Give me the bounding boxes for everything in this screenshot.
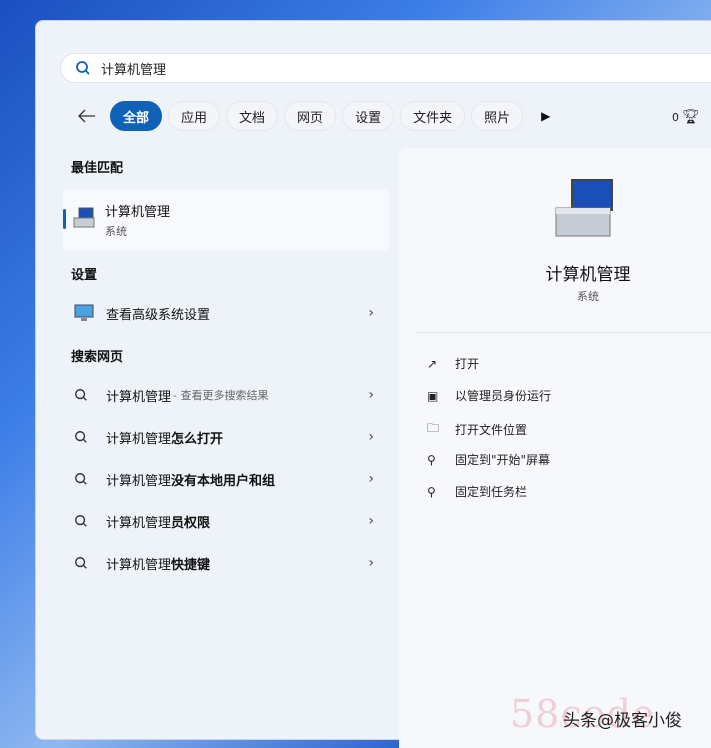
computer-management-icon: [73, 207, 95, 228]
rewards-points[interactable]: 0 🏆︎: [672, 109, 700, 125]
web-result-suggestion: 快捷键: [171, 557, 211, 573]
system-settings-icon: [74, 304, 94, 321]
open-external-icon: ↗: [427, 356, 438, 371]
detail-subtitle: 系统: [577, 290, 599, 303]
action-label: 打开: [455, 357, 480, 371]
action-label: 固定到任务栏: [455, 485, 528, 499]
search-icon: [74, 430, 106, 444]
web-result-query: 计算机管理: [106, 431, 172, 447]
web-result-suggestion: 没有本地用户和组: [171, 473, 276, 489]
chevron-right-icon: ›: [368, 555, 374, 571]
search-icon: [76, 61, 90, 75]
selection-indicator: [63, 209, 66, 229]
back-arrow-icon: [78, 109, 95, 123]
web-result-item[interactable]: 计算机管理 没有本地用户和组 ›: [74, 462, 374, 496]
action-label: 以管理员身份运行: [455, 389, 552, 403]
web-result-hint: - 查看更多搜索结果: [173, 389, 269, 402]
filter-documents[interactable]: 文档: [226, 101, 279, 131]
web-result-query: 计算机管理: [106, 473, 172, 489]
chevron-right-icon: ›: [368, 387, 374, 403]
more-filters-play-icon[interactable]: ▶: [541, 109, 550, 123]
web-result-suggestion: 怎么打开: [171, 431, 224, 447]
action-label: 打开文件位置: [455, 423, 528, 437]
pin-icon: ⚲: [427, 452, 436, 467]
search-icon: [74, 388, 106, 402]
computer-management-large-icon: [555, 179, 613, 237]
best-match-title: 计算机管理: [105, 205, 171, 220]
points-count: 0: [672, 110, 679, 124]
best-match-subtitle: 系统: [105, 225, 127, 238]
detail-title: 计算机管理: [545, 265, 631, 285]
search-panel: 计算机管理 全部 应用 文档 网页 设置 文件夹 照片 ▶ 0 🏆︎ 最佳匹配 计…: [35, 20, 711, 748]
section-settings: 设置: [71, 268, 98, 283]
settings-item-label: 查看高级系统设置: [106, 307, 211, 323]
search-input[interactable]: 计算机管理: [60, 53, 711, 83]
filter-apps[interactable]: 应用: [168, 101, 221, 131]
action-pin-to-taskbar[interactable]: ⚲ 固定到任务栏: [427, 483, 527, 500]
folder-icon: 🗀︎: [427, 421, 440, 435]
search-icon: [74, 556, 106, 570]
action-label: 固定到"开始"屏幕: [455, 453, 551, 467]
search-query: 计算机管理: [101, 62, 167, 78]
rewards-trophy-icon: 🏆︎: [682, 109, 700, 125]
back-button[interactable]: [72, 101, 102, 131]
divider: [415, 332, 711, 333]
filter-photos[interactable]: 照片: [471, 101, 524, 131]
web-result-item[interactable]: 计算机管理 员权限 ›: [74, 504, 374, 538]
chevron-right-icon: ›: [368, 305, 374, 321]
web-result-query: 计算机管理: [106, 557, 172, 573]
filter-web[interactable]: 网页: [284, 101, 337, 131]
web-result-item[interactable]: 计算机管理 怎么打开 ›: [74, 420, 374, 454]
action-open[interactable]: ↗ 打开: [427, 355, 479, 372]
web-result-suggestion: 员权限: [171, 515, 211, 531]
section-web-search: 搜索网页: [71, 350, 124, 365]
detail-pane: 计算机管理 系统 ↗ 打开 ▣ 以管理员身份运行 🗀︎ 打开文件位置 ⚲ 固定到"开始"…: [399, 148, 711, 748]
watermark-credit: 头条@极客小俊: [563, 711, 682, 731]
chevron-right-icon: ›: [368, 471, 374, 487]
filter-folders[interactable]: 文件夹: [400, 101, 466, 131]
best-match-item[interactable]: 计算机管理 系统: [63, 189, 389, 251]
section-best-match: 最佳匹配: [71, 161, 124, 176]
action-open-file-location[interactable]: 🗀︎ 打开文件位置: [427, 419, 527, 440]
search-icon: [74, 472, 106, 486]
chevron-right-icon: ›: [368, 513, 374, 529]
chevron-right-icon: ›: [368, 429, 374, 445]
web-result-query: 计算机管理: [106, 515, 172, 531]
settings-item-advanced-system[interactable]: 查看高级系统设置 ›: [74, 296, 374, 330]
search-icon: [74, 514, 106, 528]
shield-admin-icon: ▣: [427, 388, 439, 403]
action-pin-to-start[interactable]: ⚲ 固定到"开始"屏幕: [427, 451, 550, 468]
filter-settings[interactable]: 设置: [342, 101, 395, 131]
filter-bar: 全部 应用 文档 网页 设置 文件夹 照片 ▶: [72, 101, 550, 131]
web-result-query: 计算机管理: [106, 389, 172, 405]
web-result-item[interactable]: 计算机管理 快捷键 ›: [74, 546, 374, 580]
filter-all[interactable]: 全部: [110, 101, 163, 131]
pin-icon: ⚲: [427, 484, 436, 499]
action-run-as-admin[interactable]: ▣ 以管理员身份运行: [427, 387, 551, 404]
web-result-item[interactable]: 计算机管理 - 查看更多搜索结果 ›: [74, 378, 374, 412]
